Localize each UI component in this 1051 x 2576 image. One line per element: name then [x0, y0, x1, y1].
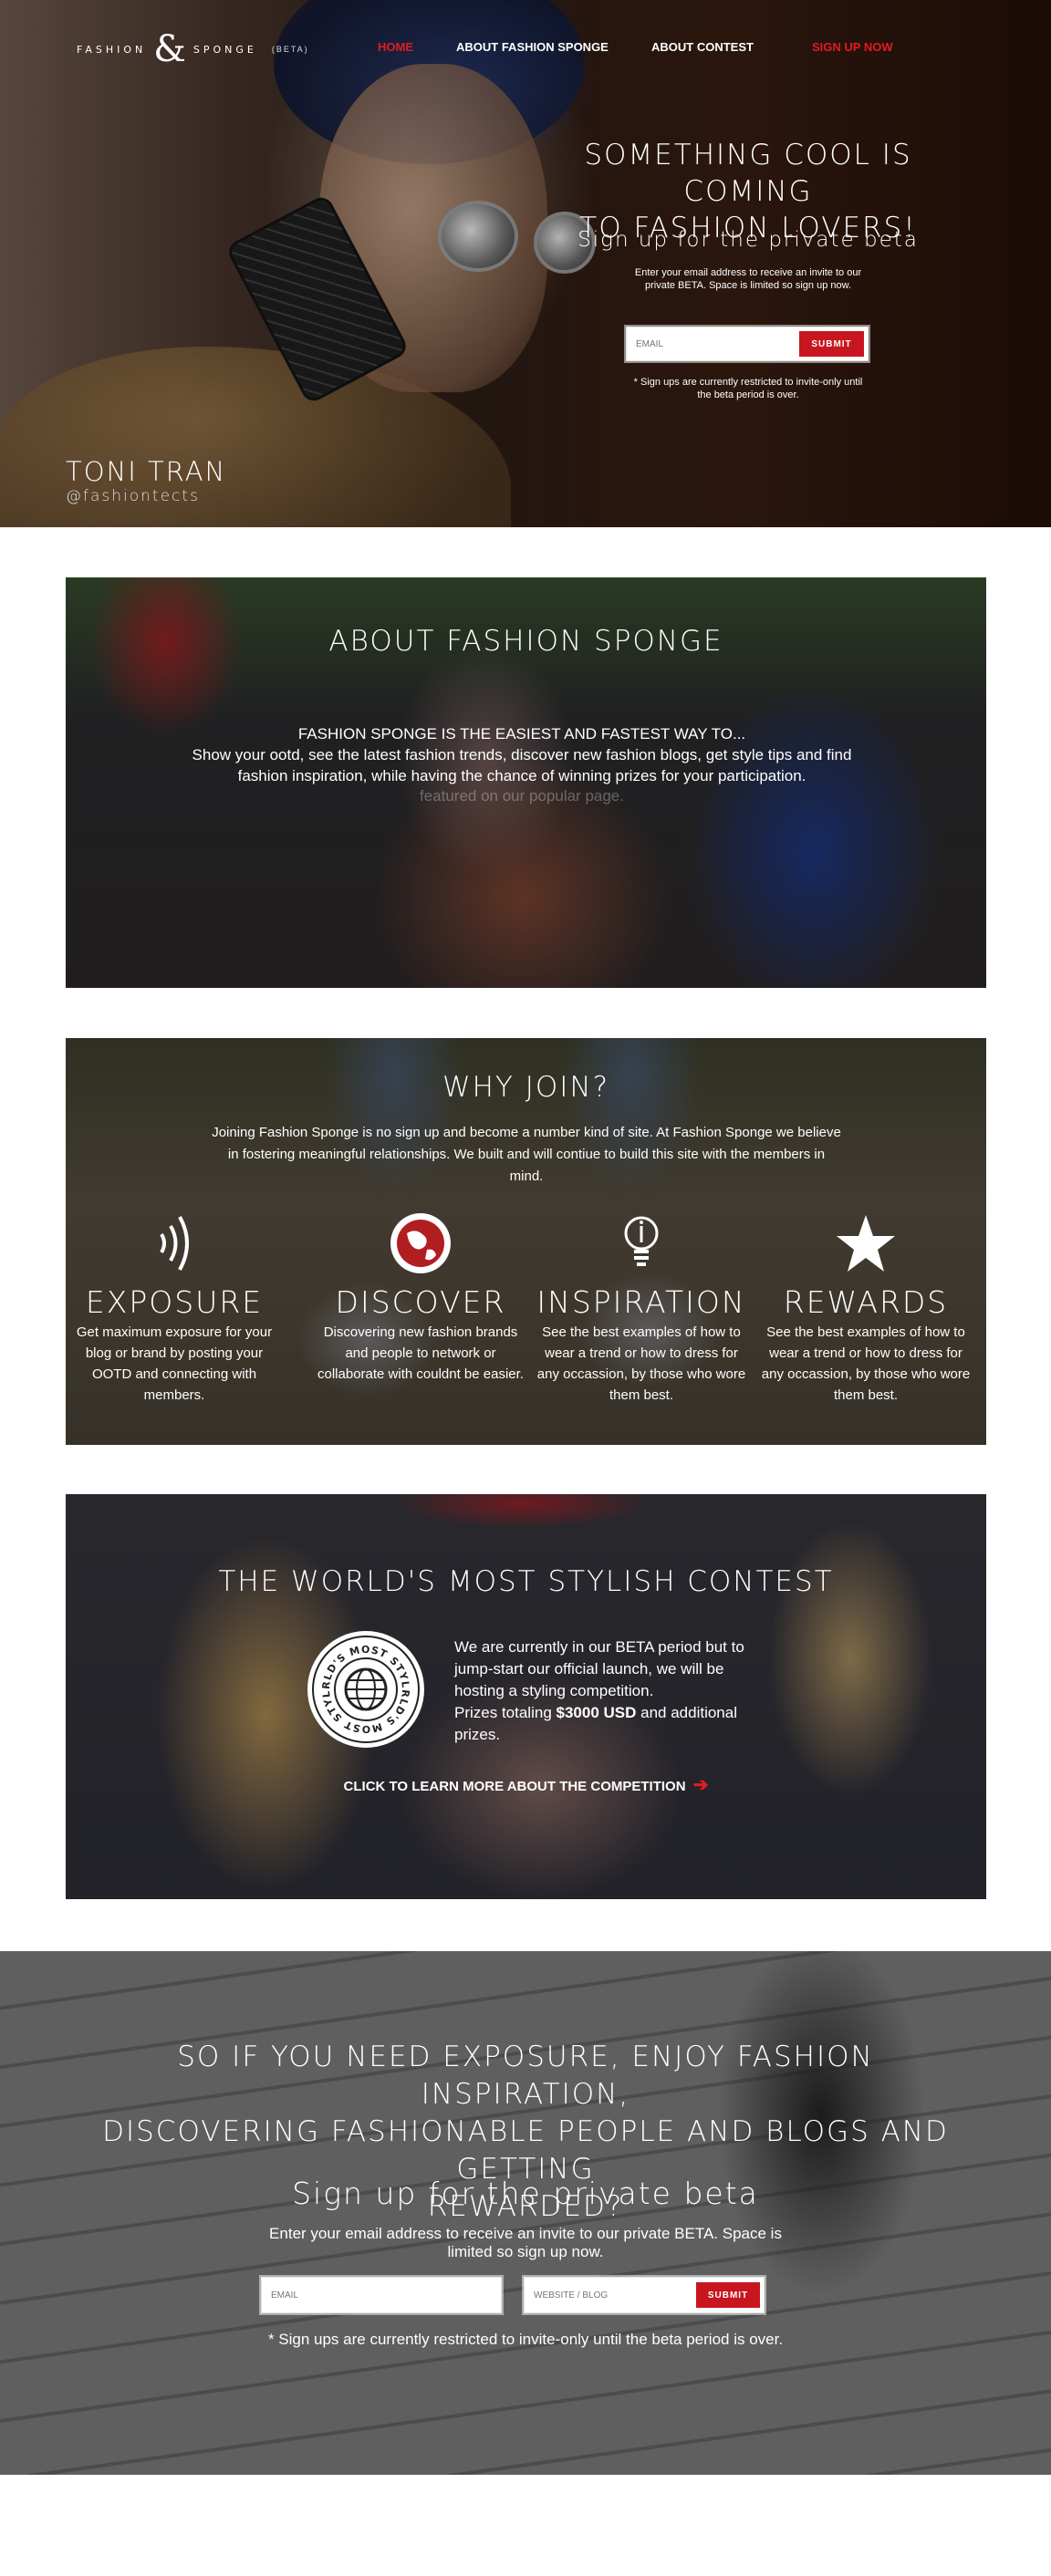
feature-exposure-name: EXPOSURE — [85, 1284, 264, 1320]
contest-text-body: We are currently in our BETA period but … — [454, 1638, 744, 1699]
nav-sign-up-now[interactable]: SIGN UP NOW — [812, 40, 893, 54]
hero-submit-button[interactable]: SUBMIT — [799, 331, 864, 357]
contest-prize-prefix: Prizes totaling — [454, 1704, 557, 1721]
hero-email-input[interactable] — [634, 329, 799, 358]
feature-discover-desc: Discovering new fashion brands and peopl… — [317, 1324, 524, 1382]
about-text-fade: featured on our popular page. — [419, 787, 624, 805]
contest-learn-more-link[interactable]: CLICK TO LEARN MORE ABOUT THE COMPETITIO… — [66, 1773, 986, 1796]
about-title: ABOUT FASHION SPONGE — [328, 625, 723, 658]
bottom-subtitle: Sign up for the private beta — [292, 2176, 759, 2211]
contest-link-label: CLICK TO LEARN MORE ABOUT THE COMPETITIO… — [343, 1779, 686, 1794]
why-join-title: WHY JOIN? — [442, 1071, 610, 1104]
bottom-email-field — [261, 2277, 502, 2313]
hero-subtitle: Sign up for the private beta — [578, 228, 919, 252]
nav-about-fashion-sponge[interactable]: ABOUT FASHION SPONGE — [456, 40, 609, 54]
hero-title-line1: SOMETHING COOL IS COMING — [584, 139, 912, 208]
bottom-description: Enter your email address to receive an i… — [269, 2225, 782, 2260]
worlds-most-stylish-badge: WORLD'S MOST STYLISH WORLD'S MOST STYLIS… — [301, 1622, 424, 1748]
about-text-line2: Show your ootd, see the latest fashion t… — [192, 746, 852, 784]
nav-home[interactable]: HOME — [378, 40, 413, 54]
why-join-text: Joining Fashion Sponge is no sign up and… — [212, 1125, 841, 1184]
hero-signup-form: SUBMIT — [626, 327, 869, 361]
about-section: ABOUT FASHION SPONGE FASHION SPONGE IS T… — [66, 577, 986, 988]
feature-exposure: EXPOSURE Get maximum exposure for your b… — [69, 1211, 279, 1406]
hero-description: Enter your email address to receive an i… — [634, 267, 862, 291]
globe-icon — [316, 1211, 526, 1275]
bottom-email-input[interactable] — [269, 2280, 492, 2310]
star-icon — [761, 1211, 971, 1275]
feature-discover: DISCOVER Discovering new fashion brands … — [316, 1211, 526, 1385]
arrow-right-icon: ➔ — [692, 1775, 709, 1795]
hero-note: * Sign ups are currently restricted to i… — [633, 377, 863, 400]
why-join-section: WHY JOIN? Joining Fashion Sponge is no s… — [66, 1038, 986, 1445]
hero-shade — [0, 0, 1051, 527]
bottom-website-input[interactable] — [532, 2280, 691, 2310]
bottom-title-line1: SO IF YOU NEED EXPOSURE, ENJOY FASHION I… — [177, 2041, 874, 2111]
photo-credit-name: TONI TRAN — [66, 456, 227, 487]
about-text-line1: FASHION SPONGE IS THE EASIEST AND FASTES… — [297, 725, 746, 743]
feature-inspiration-name: INSPIRATION — [536, 1284, 746, 1320]
nav-about-contest[interactable]: ABOUT CONTEST — [651, 40, 754, 54]
bottom-note: * Sign ups are currently restricted to i… — [267, 2331, 784, 2348]
feature-discover-name: DISCOVER — [335, 1284, 506, 1320]
main-nav: HOME ABOUT FASHION SPONGE ABOUT CONTEST … — [0, 40, 1051, 58]
feature-rewards-desc: See the best examples of how to wear a t… — [761, 1324, 971, 1403]
about-text: FASHION SPONGE IS THE EASIEST AND FASTES… — [175, 723, 869, 786]
feature-exposure-desc: Get maximum exposure for your blog or br… — [76, 1324, 273, 1403]
contest-title: THE WORLD'S MOST STYLISH CONTEST — [218, 1565, 834, 1598]
feature-rewards: REWARDS See the best examples of how to … — [761, 1211, 971, 1406]
bottom-signup-section: SO IF YOU NEED EXPOSURE, ENJOY FASHION I… — [0, 1951, 1051, 2475]
bottom-submit-button[interactable]: SUBMIT — [696, 2282, 760, 2308]
lightbulb-icon — [536, 1211, 746, 1275]
feature-inspiration: INSPIRATION See the best examples of how… — [536, 1211, 746, 1406]
photo-credit-handle[interactable]: @fashiontects — [66, 487, 200, 505]
hero-section: FASHION & SPONGE (BETA) HOME ABOUT FASHI… — [0, 0, 1051, 527]
bottom-website-field: SUBMIT — [524, 2277, 765, 2313]
broadcast-icon — [69, 1211, 279, 1275]
feature-rewards-name: REWARDS — [783, 1284, 949, 1320]
contest-section: THE WORLD'S MOST STYLISH CONTEST WORLD'S… — [66, 1494, 986, 1899]
contest-text: We are currently in our BETA period but … — [454, 1636, 755, 1746]
contest-prize-amount: $3000 USD — [556, 1704, 637, 1721]
feature-inspiration-desc: See the best examples of how to wear a t… — [536, 1324, 746, 1403]
